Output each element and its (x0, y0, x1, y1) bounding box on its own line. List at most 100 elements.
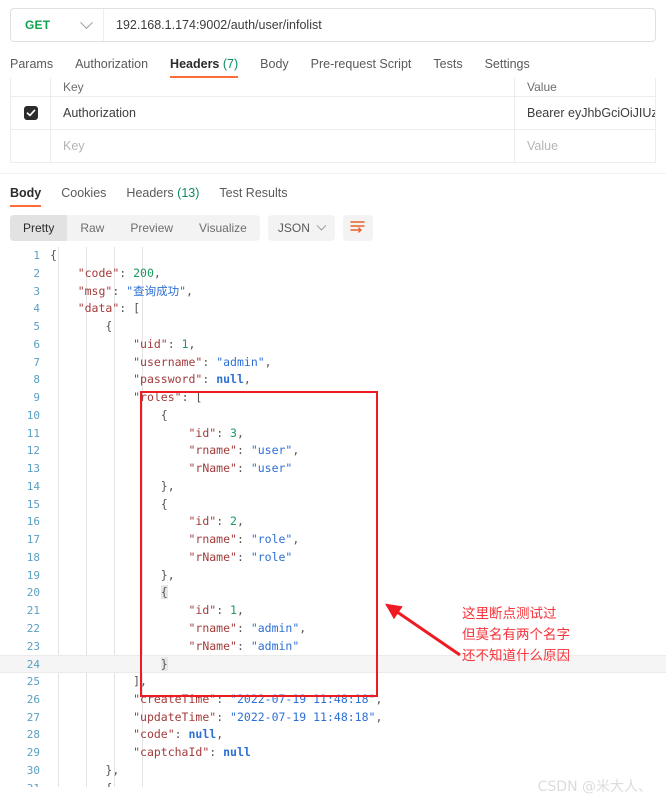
request-tabs: Params Authorization Headers (7) Body Pr… (0, 42, 666, 78)
header-key-input-empty[interactable]: Key (51, 130, 515, 162)
code-line: 20 { (0, 584, 666, 602)
code-line: 17 "rname": "role", (0, 531, 666, 549)
view-mode-pretty[interactable]: Pretty (10, 215, 68, 241)
line-number: 6 (33, 337, 40, 351)
line-number: 16 (26, 515, 40, 529)
code-line-text: "id": 3, (50, 425, 244, 443)
checkbox-checked-icon[interactable] (23, 106, 38, 120)
code-line-text: { (50, 247, 57, 265)
code-line: 15 { (0, 496, 666, 514)
code-line-text: "id": 2, (50, 513, 243, 531)
http-method-selector[interactable]: GET (11, 9, 103, 41)
code-line-text: "updateTime": "2022-07-19 11:48:18", (50, 709, 382, 727)
code-token: { (50, 248, 57, 262)
code-token: , (186, 283, 193, 298)
code-token: : (119, 265, 134, 280)
code-token: { (160, 585, 168, 600)
code-line: 9 "roles": [ (0, 389, 666, 407)
wrap-text-button[interactable] (342, 215, 373, 241)
code-line-text: "uid": 1, (50, 336, 195, 354)
tab-settings[interactable]: Settings (485, 57, 530, 78)
line-number: 27 (26, 710, 40, 724)
code-token: , (236, 603, 244, 617)
code-line-text: "rname": "role", (50, 531, 299, 549)
request-url-bar-wrap: GET 192.168.1.174:9002/auth/user/infolis… (0, 0, 666, 42)
response-tab-body[interactable]: Body (10, 186, 42, 207)
response-tab-headers-label: Headers (126, 186, 174, 200)
line-number: 8 (33, 373, 40, 387)
code-token: , (375, 691, 383, 706)
code-token: : (181, 390, 196, 404)
code-token: : (236, 549, 251, 564)
code-line: 5 { (0, 318, 666, 336)
tab-body[interactable]: Body (260, 57, 289, 78)
code-token: "rname" (188, 532, 237, 546)
code-token: { (105, 781, 112, 788)
response-tab-test-results[interactable]: Test Results (219, 186, 287, 207)
code-token: "id" (188, 514, 217, 529)
line-number: 14 (26, 479, 40, 493)
row-checkbox-cell[interactable] (11, 97, 51, 129)
tab-authorization[interactable]: Authorization (75, 57, 148, 78)
view-mode-raw[interactable]: Raw (67, 215, 117, 241)
code-token: , (236, 425, 244, 440)
code-token: [ (133, 301, 141, 316)
table-row[interactable]: Key Value (11, 129, 655, 162)
header-value-input-empty[interactable]: Value (515, 130, 655, 162)
row-checkbox-cell[interactable] (11, 130, 51, 162)
code-line-text: { (50, 780, 112, 788)
view-mode-preview[interactable]: Preview (117, 215, 186, 241)
line-number: 29 (26, 746, 40, 759)
code-line-text: }, (50, 478, 175, 496)
tab-body-label: Body (260, 57, 289, 71)
tab-params[interactable]: Params (10, 57, 53, 78)
response-tab-cookies-label: Cookies (61, 186, 107, 200)
code-line-text: "createTime": "2022-07-19 11:48:18", (50, 691, 382, 709)
chevron-down-icon (316, 220, 327, 231)
response-body-code-viewer[interactable]: 1{2 "code": 200, 3 "msg": "查询成功", 4 "data"… (0, 247, 666, 787)
code-token: , (112, 762, 120, 777)
response-tab-cookies[interactable]: Cookies (61, 186, 106, 207)
line-number: 26 (26, 692, 40, 706)
code-token: , (292, 532, 300, 546)
code-line: 29 "captchaId": null (0, 744, 666, 762)
url-input[interactable]: 192.168.1.174:9002/auth/user/infolist (104, 18, 655, 32)
tab-headers[interactable]: Headers (7) (170, 57, 239, 78)
code-token: "rName" (188, 638, 237, 653)
tab-pre-request-script[interactable]: Pre-request Script (311, 57, 412, 78)
code-line-text: "rName": "admin" (50, 638, 299, 656)
code-token: , (299, 620, 307, 635)
code-line-text: { (50, 584, 168, 602)
response-format-selector[interactable]: JSON (267, 215, 335, 241)
header-value-input[interactable]: Bearer eyJhbGciOiJIUzI1 (515, 97, 655, 129)
code-token: "admin" (250, 620, 300, 635)
line-number: 2 (33, 266, 40, 280)
tab-tests[interactable]: Tests (433, 57, 462, 78)
code-token: "2022-07-19 11:48:18" (230, 709, 376, 724)
line-number: 1 (33, 249, 40, 262)
code-token: "code" (77, 265, 120, 280)
tab-headers-label: Headers (170, 57, 220, 71)
code-token: : (216, 603, 231, 617)
code-token: { (160, 407, 168, 422)
response-format-label: JSON (277, 221, 310, 235)
code-token: : (112, 283, 127, 298)
code-token: : (216, 691, 231, 706)
response-tab-headers[interactable]: Headers (13) (126, 186, 199, 207)
line-number: 12 (26, 444, 40, 458)
code-token: 3 (230, 425, 237, 440)
code-line: 27 "updateTime": "2022-07-19 11:48:18", (0, 709, 666, 727)
header-key-input[interactable]: Authorization (51, 97, 515, 129)
code-line: 26 "createTime": "2022-07-19 11:48:18", (0, 691, 666, 709)
code-token: "id" (188, 603, 217, 617)
table-row[interactable]: Authorization Bearer eyJhbGciOiJIUzI1 (11, 96, 655, 129)
code-line-text: "code": 200, (50, 265, 161, 283)
view-mode-visualize[interactable]: Visualize (186, 215, 260, 241)
code-token: "uid" (133, 336, 168, 351)
code-token: : (209, 745, 224, 759)
code-token: "data" (77, 301, 120, 316)
code-token: 200 (133, 265, 154, 280)
code-line: 3 "msg": "查询成功", (0, 283, 666, 301)
code-token: : (174, 727, 189, 742)
code-line-text: "roles": [ (50, 389, 202, 407)
